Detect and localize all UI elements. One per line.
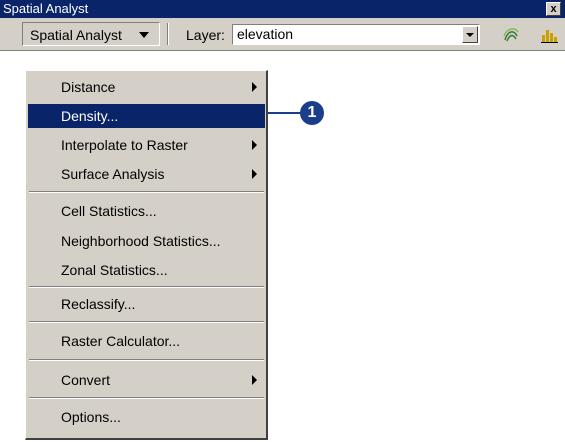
submenu-arrow-icon (252, 169, 257, 179)
menu-item-label: Options... (61, 409, 121, 425)
menu-item-label: Distance (61, 79, 116, 95)
menu-item-label: Density... (61, 108, 119, 124)
contour-tool-icon[interactable] (502, 26, 520, 44)
toolbar: Spatial Analyst Layer: elevation (0, 18, 565, 51)
menu-item-raster-calculator[interactable]: Raster Calculator... (28, 329, 265, 353)
layer-label: Layer: (186, 27, 225, 43)
menu-separator (29, 397, 264, 399)
menu-separator (29, 286, 264, 288)
spatial-analyst-menu-button[interactable]: Spatial Analyst (22, 22, 160, 46)
menu-item-distance[interactable]: Distance (28, 75, 265, 99)
submenu-arrow-icon (252, 140, 257, 150)
menu-item-label: Reclassify... (61, 296, 136, 312)
dropdown-arrow-icon (139, 32, 149, 38)
menu-item-neighborhood-statistics[interactable]: Neighborhood Statistics... (28, 229, 265, 253)
menu-separator (29, 321, 264, 323)
menu-item-label: Zonal Statistics... (61, 262, 168, 278)
menu-item-convert[interactable]: Convert (28, 368, 265, 392)
menu-item-zonal-statistics[interactable]: Zonal Statistics... (28, 258, 265, 282)
menu-item-label: Convert (61, 372, 111, 388)
window-title: Spatial Analyst (3, 1, 89, 16)
submenu-arrow-icon (252, 82, 257, 92)
layer-select[interactable]: elevation (232, 24, 480, 45)
menu-item-cell-statistics[interactable]: Cell Statistics... (28, 199, 265, 223)
menu-separator (29, 359, 264, 361)
menu-item-label: Surface Analysis (61, 166, 165, 182)
menu-item-label: Interpolate to Raster (61, 137, 188, 153)
menu-item-options[interactable]: Options... (28, 405, 265, 429)
menu-item-reclassify[interactable]: Reclassify... (28, 292, 265, 316)
menu-separator (29, 191, 264, 193)
menu-item-label: Raster Calculator... (61, 333, 181, 349)
spatial-analyst-menu-label: Spatial Analyst (30, 27, 122, 43)
toolbar-separator (167, 23, 169, 45)
menu-item-surface-analysis[interactable]: Surface Analysis (28, 162, 265, 186)
menu-item-density[interactable]: Density... (28, 104, 265, 128)
layer-value: elevation (237, 26, 294, 42)
layer-dropdown-button[interactable] (462, 26, 478, 43)
menu-item-label: Cell Statistics... (61, 203, 157, 219)
callout-number-badge: 1 (300, 101, 324, 125)
spatial-analyst-dropdown-menu: Distance Density... Interpolate to Raste… (25, 70, 268, 440)
title-bar: Spatial Analyst x (0, 0, 565, 18)
menu-item-interpolate-to-raster[interactable]: Interpolate to Raster (28, 133, 265, 157)
close-icon[interactable]: x (546, 2, 561, 16)
histogram-tool-icon[interactable] (540, 26, 558, 44)
menu-item-label: Neighborhood Statistics... (61, 233, 221, 249)
submenu-arrow-icon (252, 375, 257, 385)
